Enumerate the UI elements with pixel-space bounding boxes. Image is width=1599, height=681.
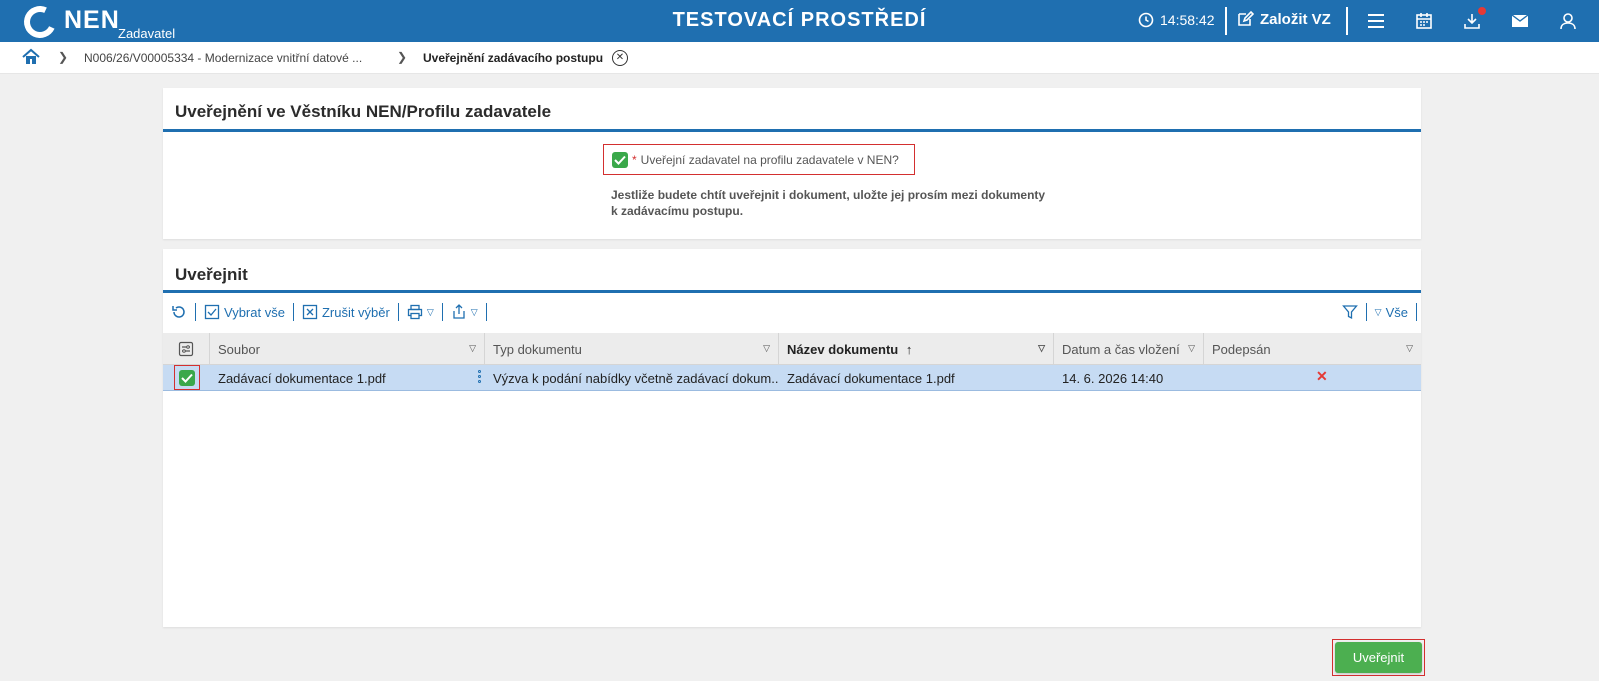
logo-ring-icon [19,1,61,43]
cell-nazev: Zadávací dokumentace 1.pdf [787,371,955,386]
table-row[interactable]: Zadávací dokumentace 1.pdf Výzva k podán… [163,365,1421,391]
panel-divider [163,129,1421,132]
panel-title: Uveřejnění ve Věstníku NEN/Profilu zadav… [175,102,552,121]
column-header-label: Název dokumentu [787,342,899,357]
column-menu-icon[interactable]: ▽ [763,343,770,354]
chevron-right-icon: ❯ [397,50,408,64]
column-header-podepsan[interactable]: Podepsán ▽ [1204,333,1421,365]
calendar-icon[interactable] [1413,10,1435,32]
cell-datum: 14. 6. 2026 14:40 [1062,371,1164,386]
column-menu-icon[interactable]: ▽ [469,343,476,354]
deselect-icon [302,304,318,320]
home-icon[interactable] [22,48,40,69]
column-header-label: Soubor [218,342,260,357]
export-icon [453,304,465,319]
print-button[interactable]: ▽ [407,304,434,320]
create-vz-button[interactable]: Založit VZ [1236,10,1331,28]
environment-title: TESTOVACÍ PROSTŘEDÍ [672,9,927,31]
select-all-icon [204,304,220,320]
export-button[interactable]: ▽ [451,304,478,320]
toolbar-divider [1416,303,1417,321]
refresh-icon[interactable] [171,304,187,320]
download-icon[interactable] [1461,7,1486,32]
sort-ascending-icon: ↑ [905,342,913,357]
documents-panel: Uveřejnit Vybrat vše Zrušit výběr ▽ ▽ ▽ … [163,249,1421,627]
header-divider [1346,7,1348,35]
toolbar-divider [292,303,294,321]
column-settings-icon[interactable] [163,333,210,365]
close-tab-icon[interactable]: ✕ [612,50,628,66]
breadcrumb-item-zakazka[interactable]: N006/26/V00005334 - Modernizace vnitřní … [84,51,362,65]
grid-toolbar: Vybrat vše Zrušit výběr ▽ ▽ [171,301,487,323]
create-vz-label: Založit VZ [1260,10,1331,28]
dropdown-triangle-icon: ▽ [426,306,434,317]
dropdown-triangle-icon: ▽ [470,306,478,317]
hint-line: Jestliže budete chtít uveřejnit i dokume… [611,188,1046,202]
column-header-datum[interactable]: Datum a čas vložení ▽ [1054,333,1204,365]
documents-grid: Soubor ▽ Typ dokumentu ▽ Název dokumentu… [163,333,1421,391]
logo-text: NEN [64,6,120,34]
filter-select-value: Vše [1385,304,1408,320]
logo-subtitle: Zadavatel [118,26,176,41]
publish-on-profile-label: Uveřejní zadavatel na profilu zadavatele… [640,152,899,167]
select-all-button[interactable]: Vybrat vše [204,304,285,320]
required-mark: * [632,152,637,167]
dropdown-triangle-icon: ▽ [1374,306,1382,317]
user-icon[interactable] [1557,10,1579,32]
publish-settings-panel: Uveřejnění ve Věstníku NEN/Profilu zadav… [163,88,1421,239]
column-header-label: Typ dokumentu [493,342,582,357]
column-menu-icon[interactable]: ▽ [1038,343,1045,354]
header-divider [1225,7,1227,35]
cell-typ: Výzva k podání nabídky včetně zadávací d… [493,371,779,386]
document-hint: Jestliže budete chtít uveřejnit i dokume… [611,187,1071,219]
panel-divider [163,290,1421,293]
edit-icon [1238,10,1254,26]
column-menu-icon[interactable]: ▽ [1188,343,1195,354]
toolbar-divider [1365,303,1367,321]
column-header-nazev[interactable]: Název dokumentu ↑ ▽ [779,333,1054,365]
mail-icon[interactable] [1509,10,1531,32]
chevron-right-icon: ❯ [58,50,69,64]
breadcrumb: ❯ N006/26/V00005334 - Modernizace vnitřn… [0,42,1599,74]
notification-dot [1478,7,1486,15]
column-header-label: Datum a čas vložení [1062,342,1180,357]
not-signed-icon: ✕ [1316,368,1328,384]
row-select-checkbox[interactable] [179,369,195,386]
menu-icon[interactable] [1365,10,1387,32]
toolbar-divider [485,303,487,321]
toolbar-divider [397,303,399,321]
breadcrumb-item-current: Uveřejnění zadávacího postupu [423,51,604,65]
session-clock: 14:58:42 [1138,12,1215,28]
hint-line: k zadávacímu postupu. [611,204,744,218]
row-select-wrapper [174,365,200,390]
filter-icon[interactable] [1341,304,1358,320]
grid-filter-controls: ▽ Vše [1341,301,1417,323]
deselect-label: Zrušit výběr [321,304,390,320]
filter-select[interactable]: ▽ Vše [1375,305,1408,320]
top-bar: NEN Zadavatel TESTOVACÍ PROSTŘEDÍ 14:58:… [0,0,1599,43]
submit-wrapper: Uveřejnit [1332,639,1425,676]
publish-button[interactable]: Uveřejnit [1335,642,1422,673]
publish-on-profile-checkbox[interactable] [612,151,628,168]
clock-icon [1138,12,1154,28]
toolbar-divider [195,303,196,321]
panel-title: Uveřejnit [175,265,248,284]
toolbar-divider [441,303,443,321]
row-actions-icon[interactable] [478,370,482,383]
print-icon [407,304,422,320]
cell-soubor[interactable]: Zadávací dokumentace 1.pdf [210,365,475,391]
publish-on-profile-field: * Uveřejní zadavatel na profilu zadavate… [603,144,915,175]
column-menu-icon[interactable]: ▽ [1406,343,1413,354]
column-header-label: Podepsán [1212,342,1271,357]
column-header-soubor[interactable]: Soubor ▽ [210,333,485,365]
column-header-typ[interactable]: Typ dokumentu ▽ [485,333,779,365]
select-all-label: Vybrat vše [224,304,285,320]
deselect-button[interactable]: Zrušit výběr [302,304,390,320]
grid-header: Soubor ▽ Typ dokumentu ▽ Název dokumentu… [163,333,1421,365]
clock-time: 14:58:42 [1160,12,1215,28]
